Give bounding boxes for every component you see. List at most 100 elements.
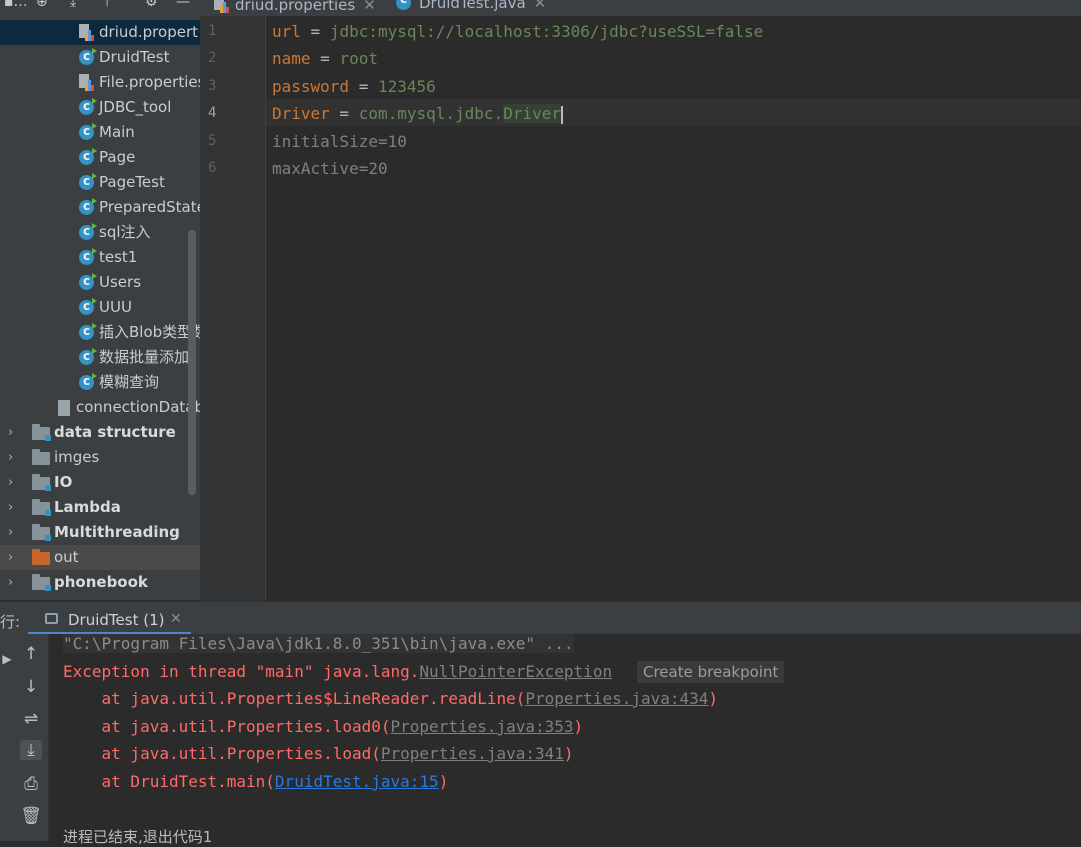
close-icon[interactable]: ✕ <box>534 0 547 12</box>
property-key: url <box>272 22 301 41</box>
collapse-all-icon[interactable]: ⤒ <box>104 0 110 10</box>
property-value: root <box>339 49 378 68</box>
rerun-icon[interactable]: ▶ <box>0 652 18 666</box>
tree-item-pagetest[interactable]: PageTest <box>0 170 200 195</box>
stack-frame: at java.util.Properties.load0(Properties… <box>63 717 584 736</box>
chevron-right-icon[interactable]: › <box>8 445 13 470</box>
properties-icon <box>214 0 229 13</box>
tree-item-preparedstate[interactable]: PreparedState <box>0 195 200 220</box>
tree-item-sql-injection[interactable]: sql注入 <box>0 220 200 245</box>
code-line-6[interactable]: maxActive=20 <box>272 159 388 178</box>
source-link[interactable]: Properties.java:353 <box>391 717 574 736</box>
line-number: 4 <box>208 105 217 121</box>
tree-item-druidtest[interactable]: DruidTest <box>0 45 200 70</box>
tree-item-jdbc-tool[interactable]: JDBC_tool <box>0 95 200 120</box>
tree-item-label: connectionDatab <box>76 398 200 416</box>
tree-item-imges[interactable]: › imges <box>0 445 200 470</box>
tree-item-label: 数据批量添加 <box>99 348 190 366</box>
property-value: jdbc:mysql://localhost:3306/jdbc?useSSL=… <box>329 22 764 41</box>
tab-driud-properties[interactable]: driud.properties ✕ <box>214 0 376 16</box>
tree-item-fuzzy-query[interactable]: 模糊查询 <box>0 370 200 395</box>
scroll-to-end-icon[interactable]: ⤓ <box>20 740 42 760</box>
line-number-gutter: 1 2 3 4 5 6 <box>200 16 266 601</box>
tree-item-main[interactable]: Main <box>0 120 200 145</box>
tree-item-label: Users <box>99 273 142 291</box>
more-icon[interactable]: ▪… <box>4 0 28 10</box>
tree-item-test1[interactable]: test1 <box>0 245 200 270</box>
class-icon <box>79 120 97 144</box>
stack-frame-suffix: ) <box>573 717 584 736</box>
run-label: 行: <box>0 613 21 631</box>
run-tab-label: DruidTest (1) <box>68 611 165 629</box>
create-breakpoint-button[interactable]: Create breakpoint <box>637 661 785 683</box>
module-folder-icon <box>32 574 51 591</box>
source-link[interactable]: Properties.java:341 <box>381 744 564 763</box>
chevron-right-icon[interactable]: › <box>8 495 13 520</box>
code-line-4[interactable]: Driver = com.mysql.jdbc.Driver <box>272 104 563 124</box>
chevron-right-icon[interactable]: › <box>8 520 13 545</box>
stack-frame-text: at java.util.Properties.load0( <box>63 717 391 736</box>
tree-item-lambda[interactable]: › Lambda <box>0 495 200 520</box>
property-operator: = <box>329 104 359 123</box>
module-folder-icon <box>32 524 51 541</box>
class-icon <box>79 245 97 269</box>
soft-wrap-icon[interactable]: ⇌ <box>20 709 42 729</box>
chevron-right-icon[interactable]: › <box>8 420 13 445</box>
tree-item-out[interactable]: › out <box>0 545 200 570</box>
tree-item-multithreading[interactable]: › Multithreading <box>0 520 200 545</box>
chevron-right-icon[interactable]: › <box>8 545 13 570</box>
close-icon[interactable]: ✕ <box>170 611 182 627</box>
print-icon[interactable]: ⎙ <box>20 774 42 794</box>
code-line-1[interactable]: url = jdbc:mysql://localhost:3306/jdbc?u… <box>272 22 763 41</box>
console-command: "C:\Program Files\Java\jdk1.8.0_351\bin\… <box>63 634 574 653</box>
tab-label: driud.properties <box>235 0 356 14</box>
tree-item-users[interactable]: Users <box>0 270 200 295</box>
tree-item-file-properties[interactable]: File.properties <box>0 70 200 95</box>
tab-druidtest-java[interactable]: DruidTest.java ✕ <box>396 0 546 16</box>
trash-icon[interactable]: 🗑 <box>20 806 42 826</box>
code-line-3[interactable]: password = 123456 <box>272 77 436 96</box>
class-icon <box>79 270 97 294</box>
close-icon[interactable]: ✕ <box>363 0 376 14</box>
tree-item-io[interactable]: › IO <box>0 470 200 495</box>
tree-item-label: JDBC_tool <box>99 98 172 116</box>
tree-item-data-structure[interactable]: › data structure <box>0 420 200 445</box>
line-number: 3 <box>208 78 217 94</box>
class-icon <box>79 95 97 119</box>
arrow-up-icon[interactable]: ↑ <box>20 644 42 664</box>
tree-item-label: data structure <box>54 423 176 441</box>
stack-frame-text: at java.util.Properties.load( <box>63 744 381 763</box>
class-icon <box>79 220 97 244</box>
code-line-5[interactable]: initialSize=10 <box>272 132 407 151</box>
source-link[interactable]: Properties.java:434 <box>525 689 708 708</box>
tree-item-driud-properties[interactable]: driud.propert <box>0 20 200 45</box>
tree-item-page[interactable]: Page <box>0 145 200 170</box>
tree-item-phonebook[interactable]: › phonebook <box>0 570 200 595</box>
properties-icon <box>79 74 94 91</box>
locate-icon[interactable]: ⊕ <box>36 0 48 10</box>
chevron-right-icon[interactable]: › <box>8 570 13 595</box>
tree-item-label: File.properties <box>99 73 200 91</box>
arrow-down-icon[interactable]: ↓ <box>20 677 42 697</box>
file-icon <box>58 400 70 416</box>
tree-item-label: driud.propert <box>99 23 198 41</box>
tree-item-label: out <box>54 548 79 566</box>
tree-item-insert-blob[interactable]: 插入Blob类型数 <box>0 320 200 345</box>
gear-icon[interactable]: ⚙ <box>145 0 158 10</box>
tree-item-batch-insert[interactable]: 数据批量添加 <box>0 345 200 370</box>
stack-frame: at java.util.Properties.load(Properties.… <box>63 744 574 763</box>
tree-item-uuu[interactable]: UUU <box>0 295 200 320</box>
tree-scrollbar[interactable] <box>188 230 196 495</box>
tree-item-label: PageTest <box>99 173 165 191</box>
code-line-2[interactable]: name = root <box>272 49 378 68</box>
stack-frame-suffix: ) <box>438 772 449 791</box>
chevron-right-icon[interactable]: › <box>8 470 13 495</box>
tree-item-connectiondatab[interactable]: connectionDatab <box>0 395 200 420</box>
source-link[interactable]: DruidTest.java:15 <box>275 772 439 791</box>
tree-item-label: UUU <box>99 298 132 316</box>
hide-icon[interactable]: — <box>176 0 190 10</box>
exception-link[interactable]: NullPointerException <box>419 662 612 681</box>
property-value: 123456 <box>377 77 436 96</box>
run-toolbar: ↑ ↓ ⇌ ⤓ ⎙ 🗑 ▶ <box>0 634 49 841</box>
expand-all-icon[interactable]: ⤓ <box>70 0 76 10</box>
